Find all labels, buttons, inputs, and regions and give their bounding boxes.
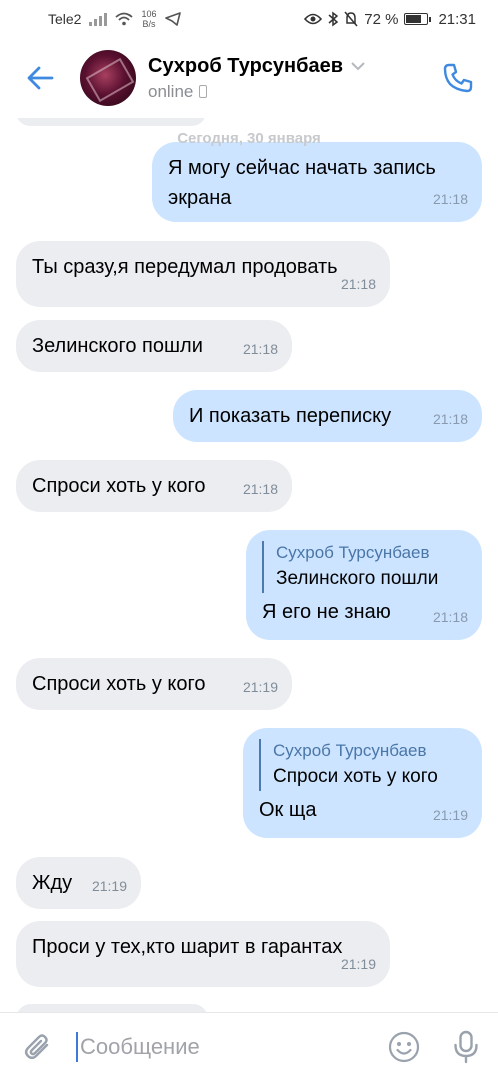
phone-icon [443,63,473,93]
message-time: 21:18 [432,411,468,427]
mute-bell-icon [344,11,358,27]
message-text: Ок ща [259,799,317,821]
status-right: 72 % 21:31 [304,11,476,28]
text-caret [76,1031,78,1062]
message-time: 21:19 [242,679,278,695]
reply-quote[interactable]: Сухроб Турсунбаев Спроси хоть у кого [259,739,466,791]
signal-icon [89,12,108,26]
message-bubble-in[interactable]: Ты сразу,я передумал продовать 21:18 [16,241,390,307]
partial-message-top [16,118,206,126]
reply-author: Сухроб Турсунбаев [273,741,427,760]
message-text: Жду [32,872,73,894]
message-bubble-in[interactable]: Зелинского пошли 21:18 [16,320,292,372]
bluetooth-icon [328,11,339,27]
battery-icon [404,13,432,25]
message-time: 21:19 [432,807,468,823]
message-time: 21:18 [432,609,468,625]
message-field[interactable] [76,1013,374,1080]
message-text: Спроси хоть у кого [32,475,206,497]
wifi-icon [115,12,134,26]
microphone-icon [454,1030,478,1063]
message-text: Ты сразу,я передумал продовать [32,256,338,278]
contact-status: online [148,82,365,102]
speed-unit: B/s [142,19,156,29]
message-text: Спроси хоть у кого [32,673,206,695]
online-status: online [148,81,194,101]
arrow-left-icon [27,66,54,90]
message-text: Я его не знаю [262,601,391,623]
message-text: И показать переписку [189,405,392,427]
date-separator: Сегодня, 30 января [177,130,321,147]
chat-header: Сухроб Турсунбаев online [0,38,498,118]
message-bubble-in[interactable]: Спроси хоть у кого 21:18 [16,460,292,512]
message-bubble-in[interactable]: Проси у тех,кто шарит в гарантах 21:19 [16,921,390,987]
message-bubble-out[interactable]: Я могу сейчас начать запись экрана 21:18 [152,142,482,222]
telegram-icon [164,12,181,26]
carrier-label: Tele2 [48,11,82,27]
avatar[interactable] [80,50,136,106]
status-left: Tele2 106 B/s [48,9,181,29]
reply-author: Сухроб Турсунбаев [276,543,430,562]
voice-message-button[interactable] [434,1013,498,1080]
speed-value: 106 [141,9,157,19]
paperclip-icon [24,1033,49,1059]
message-text: Проси у тех,кто шарит в гарантах [32,936,343,958]
smile-icon [388,1031,420,1062]
message-input[interactable] [80,1033,360,1060]
contact-name-text: Сухроб Турсунбаев [148,54,344,77]
status-bar: Tele2 106 B/s 72 % 21:31 [0,0,498,38]
emoji-button[interactable] [374,1013,434,1080]
message-text: Зелинского пошли [32,335,203,357]
attach-button[interactable] [0,1013,76,1080]
message-time: 21:18 [340,276,376,292]
mobile-icon [199,85,208,98]
message-time: 21:18 [242,481,278,497]
call-button[interactable] [436,56,480,100]
reply-text: Зелинского пошли [276,568,439,589]
message-bubble-out[interactable]: И показать переписку 21:18 [173,390,482,442]
composer [0,1012,498,1080]
partial-message-bottom [16,1004,208,1012]
reply-message-bubble-out[interactable]: Сухроб Турсунбаев Зелинского пошли Я его… [246,530,482,640]
message-list[interactable]: Сегодня, 30 января Я могу сейчас начать … [0,118,498,1012]
message-time: 21:18 [242,341,278,357]
message-bubble-in[interactable]: Спроси хоть у кого 21:19 [16,658,292,710]
message-time: 21:18 [432,191,468,207]
chevron-down-icon [351,61,365,70]
contact-name: Сухроб Турсунбаев [148,55,365,78]
clock: 21:31 [438,10,476,28]
battery-percent: 72 % [364,10,399,28]
reply-text: Спроси хоть у кого [273,766,438,787]
message-time: 21:19 [340,956,376,972]
message-time: 21:19 [91,878,127,894]
back-button[interactable] [0,38,80,118]
reply-quote[interactable]: Сухроб Турсунбаев Зелинского пошли [262,541,466,593]
message-bubble-in[interactable]: Жду 21:19 [16,857,141,909]
message-text: Я могу сейчас начать запись экрана [168,157,436,209]
eye-icon [304,13,323,25]
contact-info[interactable]: Сухроб Турсунбаев online [148,55,365,102]
reply-message-bubble-out[interactable]: Сухроб Турсунбаев Спроси хоть у кого Ок … [243,728,482,838]
network-speed: 106 B/s [141,9,156,29]
